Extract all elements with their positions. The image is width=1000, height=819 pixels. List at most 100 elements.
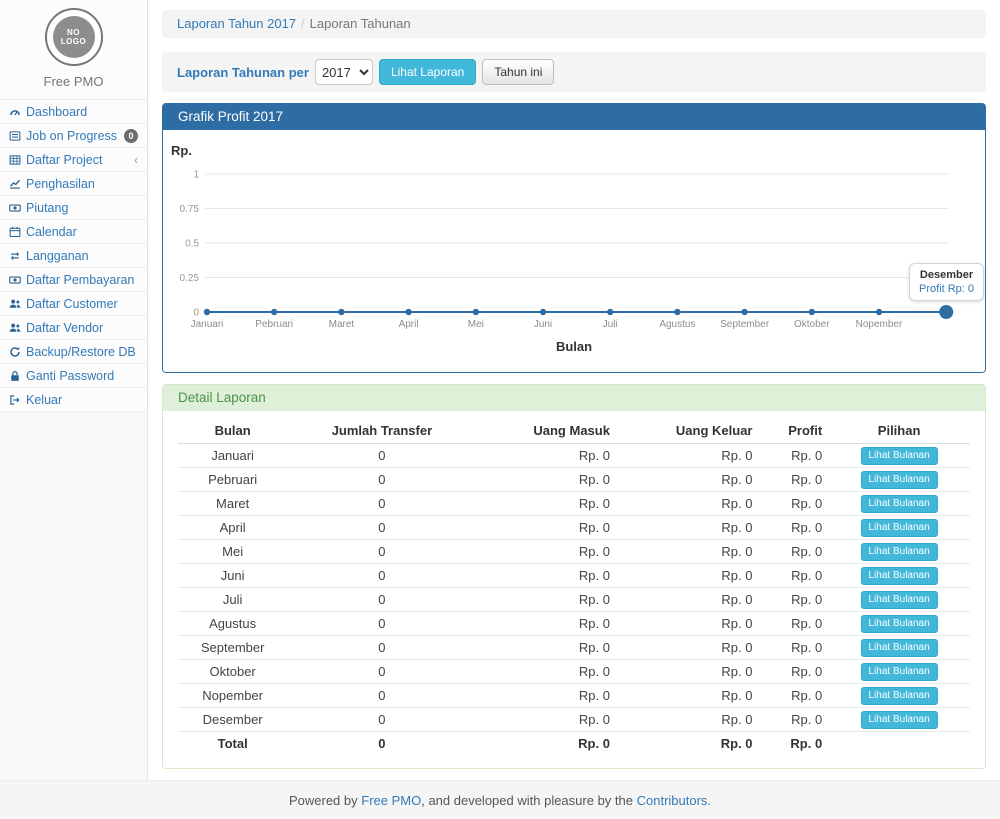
table-row: April0Rp. 0Rp. 0Rp. 0Lihat Bulanan	[178, 515, 970, 539]
sidebar-item-label: Daftar Vendor	[26, 321, 103, 335]
cell-uang_keluar: Rp. 0	[616, 611, 759, 635]
view-monthly-button[interactable]: Lihat Bulanan	[861, 591, 938, 609]
view-monthly-button[interactable]: Lihat Bulanan	[861, 519, 938, 537]
cell-uang_masuk: Rp. 0	[477, 635, 616, 659]
sidebar-item-calendar[interactable]: Calendar	[0, 220, 147, 244]
sidebar-item-ganti-password[interactable]: Ganti Password	[0, 364, 147, 388]
view-monthly-button[interactable]: Lihat Bulanan	[861, 615, 938, 633]
sidebar: NO LOGO Free PMO DashboardJob on Progres…	[0, 0, 148, 780]
total-cell-jumlah_transfer: 0	[287, 731, 476, 756]
breadcrumb-separator: /	[301, 16, 305, 31]
view-monthly-button[interactable]: Lihat Bulanan	[861, 447, 938, 465]
svg-text:Juni: Juni	[534, 319, 552, 330]
svg-text:Agustus: Agustus	[659, 319, 695, 330]
footer-link-contributors[interactable]: Contributors.	[637, 793, 711, 808]
sidebar-item-keluar[interactable]: Keluar	[0, 388, 147, 412]
cell-uang_keluar: Rp. 0	[616, 539, 759, 563]
column-header-profit: Profit	[759, 419, 829, 443]
column-header-bulan: Bulan	[178, 419, 287, 443]
sidebar-item-daftar-pembayaran[interactable]: Daftar Pembayaran	[0, 268, 147, 292]
view-report-button[interactable]: Lihat Laporan	[379, 59, 476, 85]
view-monthly-button[interactable]: Lihat Bulanan	[861, 567, 938, 585]
tasks-icon	[9, 130, 26, 142]
cell-pilihan: Lihat Bulanan	[828, 611, 970, 635]
sidebar-item-label: Piutang	[26, 201, 68, 215]
cell-profit: Rp. 0	[759, 635, 829, 659]
sidebar-item-daftar-vendor[interactable]: Daftar Vendor	[0, 316, 147, 340]
sidebar-item-penghasilan[interactable]: Penghasilan	[0, 172, 147, 196]
cell-jumlah_transfer: 0	[287, 491, 476, 515]
svg-text:Oktober: Oktober	[794, 319, 830, 330]
cell-bulan: Agustus	[178, 611, 287, 635]
dashboard-icon	[9, 106, 26, 118]
table-header-row: BulanJumlah TransferUang MasukUang Kelua…	[178, 419, 970, 443]
table-row: Pebruari0Rp. 0Rp. 0Rp. 0Lihat Bulanan	[178, 467, 970, 491]
sidebar-item-daftar-project[interactable]: Daftar Project‹	[0, 148, 147, 172]
year-select[interactable]: 2017	[315, 59, 373, 85]
chart-tooltip-label: Desember	[919, 269, 974, 281]
sidebar-item-dashboard[interactable]: Dashboard	[0, 100, 147, 124]
view-monthly-button[interactable]: Lihat Bulanan	[861, 711, 938, 729]
main-content: Laporan Tahun 2017 / Laporan Tahunan Lapor…	[148, 0, 1000, 780]
cell-uang_keluar: Rp. 0	[616, 563, 759, 587]
cell-uang_masuk: Rp. 0	[477, 515, 616, 539]
footer-link-free-pmo[interactable]: Free PMO	[361, 793, 421, 808]
this-year-button[interactable]: Tahun ini	[482, 59, 554, 85]
cell-jumlah_transfer: 0	[287, 659, 476, 683]
cell-pilihan: Lihat Bulanan	[828, 539, 970, 563]
sidebar-item-langganan[interactable]: Langganan	[0, 244, 147, 268]
cell-bulan: Maret	[178, 491, 287, 515]
detail-report-panel: Detail Laporan BulanJumlah TransferUang …	[162, 384, 986, 769]
cell-uang_masuk: Rp. 0	[477, 683, 616, 707]
table-row: Desember0Rp. 0Rp. 0Rp. 0Lihat Bulanan	[178, 707, 970, 731]
cell-profit: Rp. 0	[759, 587, 829, 611]
view-monthly-button[interactable]: Lihat Bulanan	[861, 495, 938, 513]
cell-jumlah_transfer: 0	[287, 611, 476, 635]
sign-out-icon	[9, 394, 26, 406]
svg-text:0.5: 0.5	[185, 239, 199, 250]
page-footer: Powered by Free PMO, and developed with …	[0, 780, 1000, 819]
cell-uang_masuk: Rp. 0	[477, 491, 616, 515]
view-monthly-button[interactable]: Lihat Bulanan	[861, 687, 938, 705]
money-icon	[9, 202, 26, 214]
column-header-uang-masuk: Uang Masuk	[477, 419, 616, 443]
sidebar-item-label: Job on Progress	[26, 129, 117, 143]
svg-text:Maret: Maret	[329, 319, 355, 330]
sidebar-item-label: Daftar Pembayaran	[26, 273, 134, 287]
sidebar-item-label: Calendar	[26, 225, 77, 239]
chart-tooltip: Desember Profit Rp: 0	[909, 263, 984, 301]
sidebar-item-label: Backup/Restore DB	[26, 345, 136, 359]
sidebar-item-job-on-progress[interactable]: Job on Progress0	[0, 124, 147, 148]
cell-uang_masuk: Rp. 0	[477, 467, 616, 491]
cell-uang_keluar: Rp. 0	[616, 707, 759, 731]
cell-bulan: Juli	[178, 587, 287, 611]
footer-text-before: Powered by	[289, 793, 358, 808]
view-monthly-button[interactable]: Lihat Bulanan	[861, 639, 938, 657]
no-logo-seal: NO LOGO	[53, 16, 95, 58]
cell-profit: Rp. 0	[759, 707, 829, 731]
view-monthly-button[interactable]: Lihat Bulanan	[861, 543, 938, 561]
view-monthly-button[interactable]: Lihat Bulanan	[861, 471, 938, 489]
table-row: Oktober0Rp. 0Rp. 0Rp. 0Lihat Bulanan	[178, 659, 970, 683]
sidebar-item-piutang[interactable]: Piutang	[0, 196, 147, 220]
cell-uang_keluar: Rp. 0	[616, 467, 759, 491]
profit-line-chart[interactable]: Rp.10.750.50.250JanuariPebruariMaretApri…	[163, 130, 985, 358]
brand-area[interactable]: NO LOGO Free PMO	[0, 0, 147, 99]
breadcrumb-current: Laporan Tahunan	[310, 16, 411, 31]
sidebar-item-backup-restore-db[interactable]: Backup/Restore DB	[0, 340, 147, 364]
view-monthly-button[interactable]: Lihat Bulanan	[861, 663, 938, 681]
footer-text-middle: , and developed with pleasure by the	[421, 793, 633, 808]
x-axis-title: Bulan	[556, 339, 592, 354]
toolbar-label: Laporan Tahunan per	[177, 65, 309, 80]
cell-uang_keluar: Rp. 0	[616, 515, 759, 539]
cell-pilihan: Lihat Bulanan	[828, 563, 970, 587]
detail-report-body: BulanJumlah TransferUang MasukUang Kelua…	[163, 411, 985, 768]
svg-text:1: 1	[193, 170, 199, 181]
cell-bulan: Januari	[178, 443, 287, 467]
cell-pilihan: Lihat Bulanan	[828, 443, 970, 467]
cell-bulan: September	[178, 635, 287, 659]
cell-uang_keluar: Rp. 0	[616, 443, 759, 467]
breadcrumb-link-laporan-tahun[interactable]: Laporan Tahun 2017	[177, 16, 296, 31]
sidebar-item-daftar-customer[interactable]: Daftar Customer	[0, 292, 147, 316]
table-row: Nopember0Rp. 0Rp. 0Rp. 0Lihat Bulanan	[178, 683, 970, 707]
